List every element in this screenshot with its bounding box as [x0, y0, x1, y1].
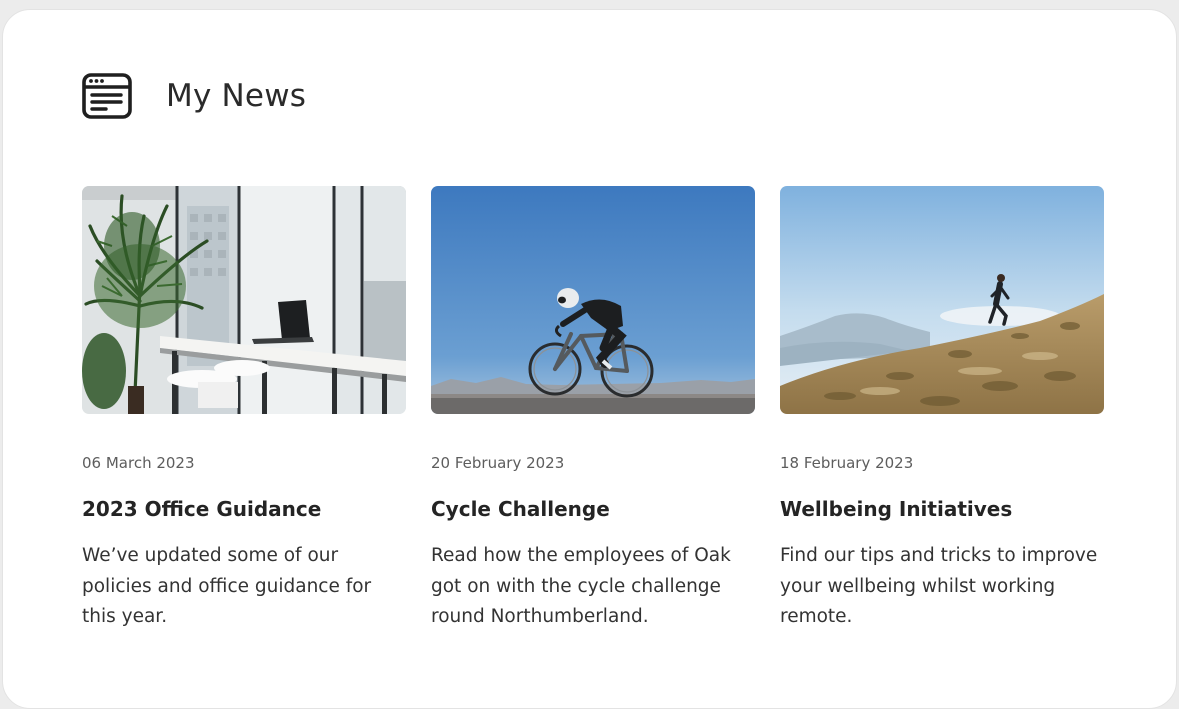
office-interior-image[interactable]	[82, 186, 406, 414]
article-date: 06 March 2023	[82, 454, 195, 472]
my-news-widget: My News 06 March 2023 2023 Office Guidan…	[2, 9, 1177, 709]
article-summary: Find our tips and tricks to improve your…	[780, 545, 1098, 627]
news-article-office-guidance[interactable]: 06 March 2023 2023 Office Guidance We’ve…	[82, 186, 406, 633]
news-article-wellbeing-initiatives[interactable]: 18 February 2023 Wellbeing Initiatives F…	[780, 186, 1104, 633]
article-title[interactable]: Cycle Challenge	[431, 496, 755, 522]
article-title[interactable]: Wellbeing Initiatives	[780, 496, 1104, 522]
widget-title: My News	[166, 78, 307, 114]
article-summary: Read how the employees of Oak got on wit…	[431, 545, 731, 627]
cyclist-image[interactable]	[431, 186, 755, 414]
article-summary: We’ve updated some of our policies and o…	[82, 545, 372, 627]
news-article-cycle-challenge[interactable]: 20 February 2023 Cycle Challenge Read ho…	[431, 186, 755, 633]
article-title[interactable]: 2023 Office Guidance	[82, 496, 406, 522]
article-date: 18 February 2023	[780, 454, 914, 472]
widget-header: My News	[81, 72, 306, 120]
article-date: 20 February 2023	[431, 454, 565, 472]
hill-runner-image[interactable]	[780, 186, 1104, 414]
news-icon	[82, 73, 132, 119]
